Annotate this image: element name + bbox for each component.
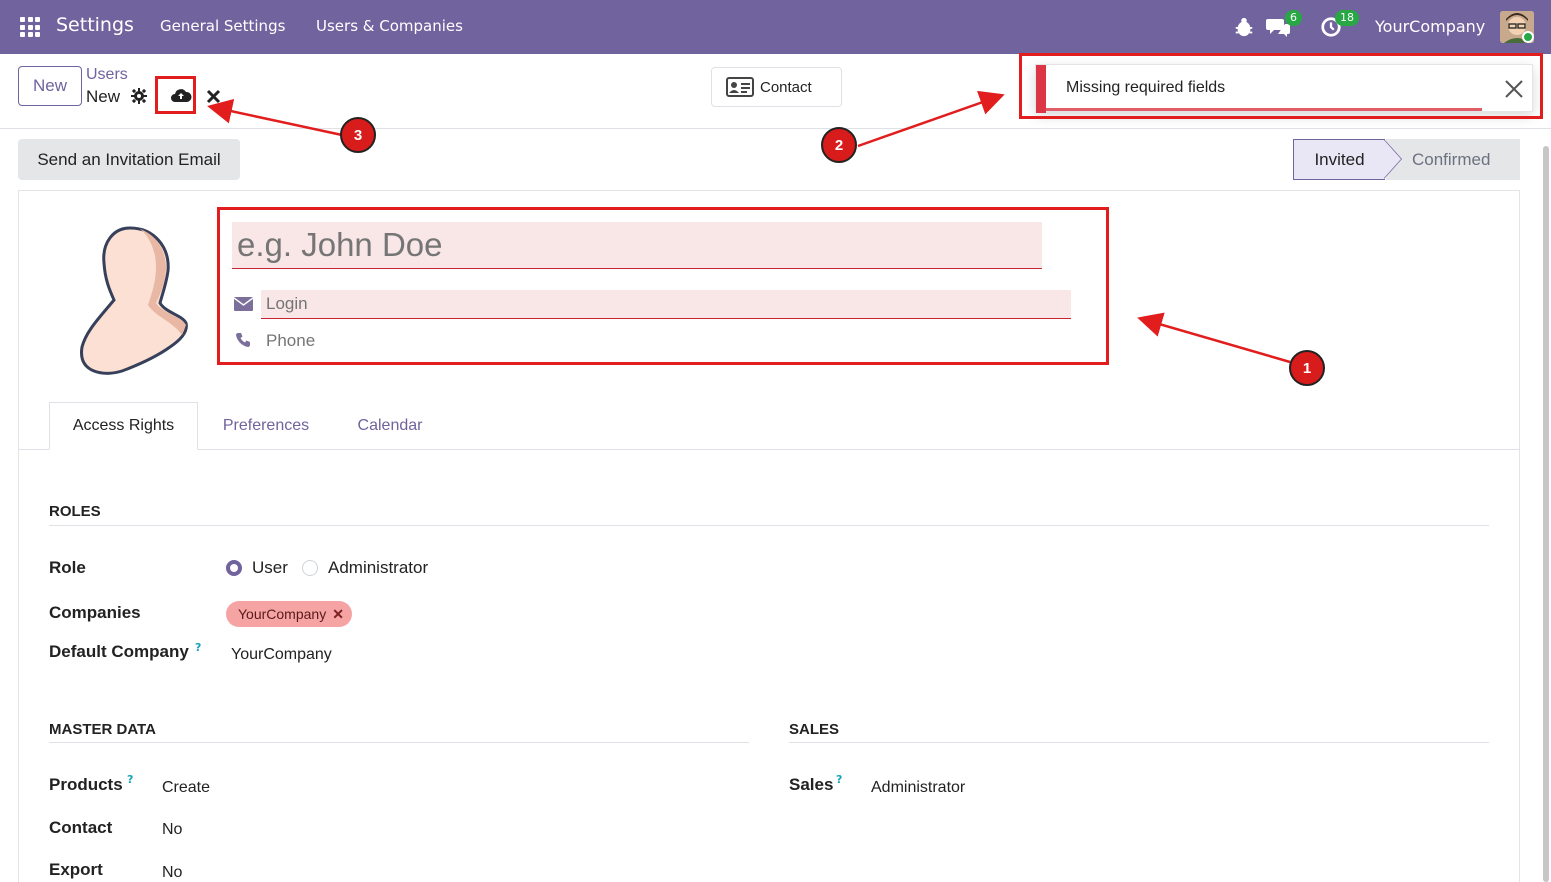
- scrollbar[interactable]: [1543, 146, 1549, 882]
- menu-general-settings[interactable]: General Settings: [160, 17, 285, 35]
- send-invitation-button[interactable]: Send an Invitation Email: [18, 139, 240, 180]
- company-tag-label: YourCompany: [238, 606, 327, 622]
- export-value[interactable]: No: [162, 864, 182, 882]
- help-icon[interactable]: ?: [195, 641, 201, 654]
- activities-badge: 18: [1335, 10, 1359, 26]
- contact-access-label: Contact: [49, 818, 113, 837]
- tab-preferences[interactable]: Preferences: [204, 402, 328, 450]
- gear-icon[interactable]: [131, 88, 147, 104]
- export-label: Export: [49, 860, 103, 879]
- annotation-marker-1: 1: [1289, 350, 1325, 386]
- default-company-value[interactable]: YourCompany: [231, 646, 332, 664]
- app-title[interactable]: Settings: [56, 14, 134, 36]
- role-admin-label[interactable]: Administrator: [328, 558, 428, 578]
- contact-card-icon: [726, 77, 754, 97]
- breadcrumb-current: New: [86, 87, 121, 106]
- remove-tag-icon[interactable]: ✕: [332, 606, 344, 623]
- toast-progress: [1046, 108, 1482, 111]
- roles-section-title: ROLES: [49, 503, 101, 520]
- envelope-icon: [234, 297, 253, 311]
- master-data-section-title: MASTER DATA: [49, 721, 156, 738]
- master-data-divider: [49, 742, 749, 743]
- name-field[interactable]: [232, 222, 1042, 269]
- annotation-marker-2: 2: [821, 127, 857, 163]
- contact-access-value[interactable]: No: [162, 821, 182, 839]
- products-label: Products: [49, 775, 123, 794]
- sales-label: Sales: [789, 775, 834, 794]
- contact-label: Contact: [760, 78, 812, 96]
- company-tag: YourCompany ✕: [226, 601, 352, 627]
- phone-icon: [236, 333, 250, 347]
- help-icon[interactable]: ?: [836, 773, 842, 786]
- toast-message: Missing required fields: [1066, 79, 1226, 96]
- apps-menu-icon[interactable]: [20, 17, 40, 37]
- annotation-marker-3: 3: [340, 117, 376, 153]
- menu-users-companies[interactable]: Users & Companies: [316, 17, 463, 35]
- tab-calendar[interactable]: Calendar: [340, 402, 440, 450]
- tab-access-rights[interactable]: Access Rights: [49, 402, 198, 450]
- notification-toast: Missing required fields: [1035, 64, 1533, 113]
- user-placeholder-avatar[interactable]: [78, 225, 190, 377]
- messages-badge: 6: [1285, 10, 1302, 26]
- company-switcher[interactable]: YourCompany: [1375, 17, 1485, 36]
- role-admin-radio[interactable]: [302, 560, 318, 576]
- save-cloud-icon[interactable]: [170, 86, 192, 104]
- bug-icon[interactable]: [1233, 16, 1255, 38]
- new-button[interactable]: New: [18, 66, 82, 106]
- products-value[interactable]: Create: [162, 779, 210, 797]
- toast-danger-bar: [1036, 65, 1046, 113]
- stage-invited[interactable]: Invited: [1293, 139, 1385, 180]
- discard-icon[interactable]: [206, 89, 221, 104]
- top-navbar: Settings General Settings Users & Compan…: [0, 0, 1551, 54]
- role-user-label[interactable]: User: [252, 558, 288, 578]
- sales-divider: [789, 742, 1489, 743]
- stage-confirmed[interactable]: Confirmed: [1386, 139, 1520, 180]
- companies-label: Companies: [49, 603, 141, 622]
- login-field[interactable]: [261, 290, 1071, 319]
- role-label: Role: [49, 558, 86, 577]
- role-user-radio[interactable]: [226, 560, 242, 576]
- online-status-dot: [1522, 31, 1534, 43]
- breadcrumb-users[interactable]: Users: [86, 66, 128, 84]
- sales-value[interactable]: Administrator: [871, 779, 965, 797]
- help-icon[interactable]: ?: [127, 773, 133, 786]
- roles-divider: [49, 525, 1489, 526]
- contact-smart-button[interactable]: Contact: [711, 67, 842, 107]
- sales-section-title: SALES: [789, 721, 840, 738]
- close-icon[interactable]: [1504, 79, 1524, 99]
- phone-field[interactable]: [261, 328, 1071, 354]
- default-company-label: Default Company: [49, 642, 189, 661]
